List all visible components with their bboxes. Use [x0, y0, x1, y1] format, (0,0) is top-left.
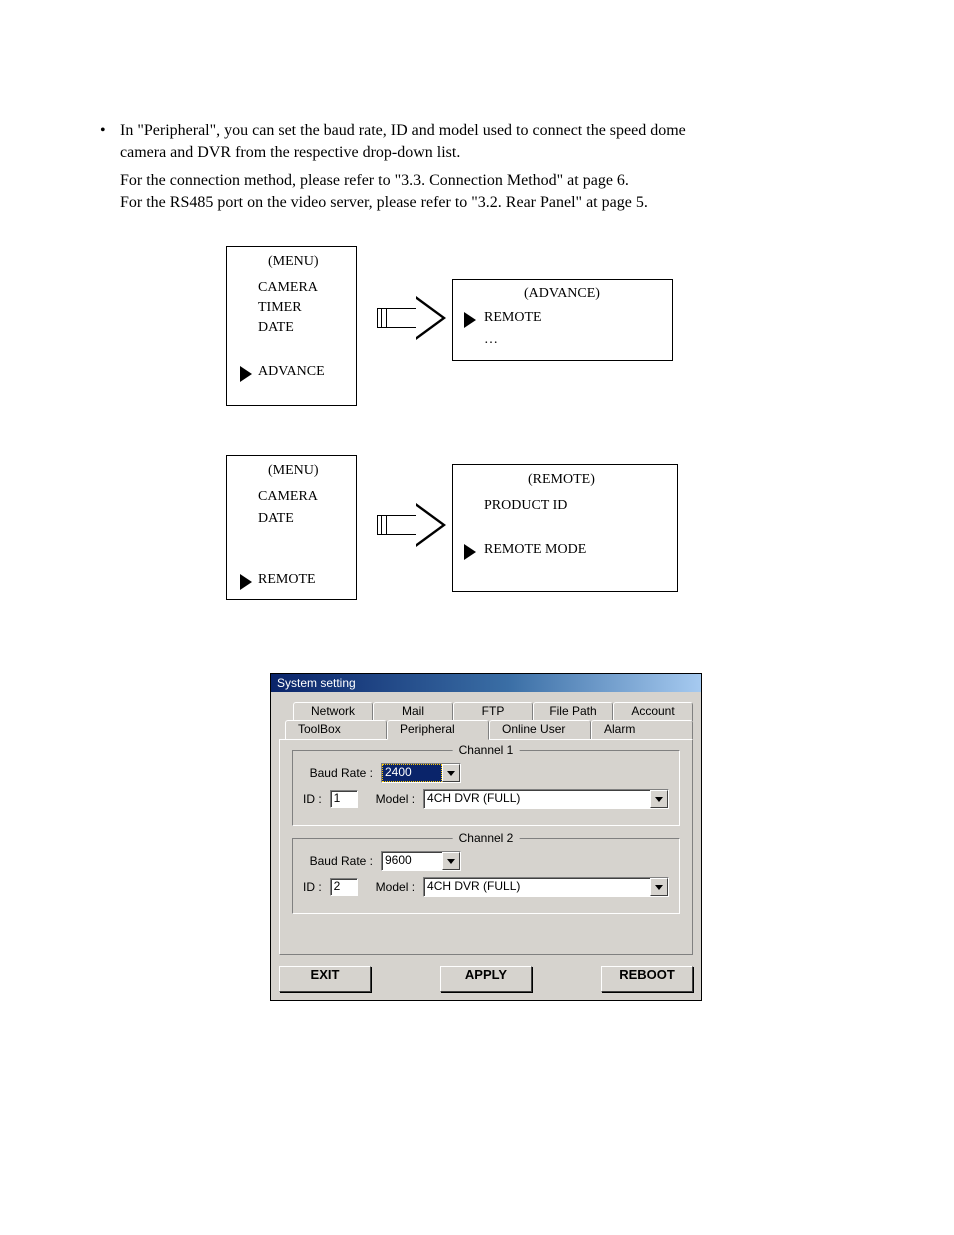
label-baud-rate: Baud Rate :	[303, 854, 373, 868]
exit-button[interactable]: EXIT	[279, 966, 371, 992]
chevron-down-icon[interactable]	[650, 878, 668, 896]
tab-online-user[interactable]: Online User	[489, 720, 591, 739]
tab-row-front: ToolBox Peripheral Online User Alarm	[279, 720, 693, 740]
dialog-title: System setting	[271, 674, 701, 692]
combo-value: 2400	[382, 764, 442, 782]
flow1-menu-item1: CAMERA	[258, 280, 318, 296]
flow2-remote-title: (REMOTE)	[528, 472, 595, 488]
label-model: Model :	[376, 880, 415, 894]
chevron-down-icon[interactable]	[650, 790, 668, 808]
flow2-menu-item2: DATE	[258, 511, 294, 527]
combo-value: 4CH DVR (FULL)	[424, 790, 650, 808]
flow1-menu-item4: ADVANCE	[258, 364, 325, 380]
tabs: Network Mail FTP File Path Account ToolB…	[279, 702, 693, 955]
label-id: ID :	[303, 880, 322, 894]
flow1-menu-title: (MENU)	[268, 254, 319, 270]
flow1-advance-title: (ADVANCE)	[524, 286, 600, 302]
group-legend-ch2: Channel 2	[453, 831, 520, 845]
combo-model-ch1[interactable]: 4CH DVR (FULL)	[423, 789, 669, 809]
chevron-down-icon[interactable]	[442, 764, 460, 782]
flow2-remote-item2: REMOTE MODE	[484, 542, 586, 558]
input-id-ch2[interactable]: 2	[330, 878, 358, 896]
label-model: Model :	[376, 792, 415, 806]
system-setting-dialog: System setting Network Mail FTP File Pat…	[270, 673, 702, 1001]
flow2-remote-item1: PRODUCT ID	[484, 498, 567, 514]
instr-line1: In "Peripheral", you can set the baud ra…	[120, 120, 840, 142]
instr-line2: camera and DVR from the respective drop-…	[120, 142, 840, 164]
flow2-menu-item1: CAMERA	[258, 489, 318, 505]
flow2-menu-tri-icon	[240, 574, 252, 590]
instr-line3: For the connection method, please refer …	[120, 170, 840, 192]
flow2-menu-title: (MENU)	[268, 463, 319, 479]
reboot-button[interactable]: REBOOT	[601, 966, 693, 992]
tab-network[interactable]: Network	[293, 702, 373, 721]
arrow-right-icon	[377, 503, 457, 547]
flow1-advance-item1: REMOTE	[484, 310, 542, 326]
flow2-menu-item3: REMOTE	[258, 572, 316, 588]
tab-ftp[interactable]: FTP	[453, 702, 533, 721]
combo-model-ch2[interactable]: 4CH DVR (FULL)	[423, 877, 669, 897]
flow2-remote-tri-icon	[464, 544, 476, 560]
combo-baud-rate-ch2[interactable]: 9600	[381, 851, 461, 871]
input-id-ch1[interactable]: 1	[330, 790, 358, 808]
tab-file-path[interactable]: File Path	[533, 702, 613, 721]
tab-row-back: Network Mail FTP File Path Account	[279, 702, 693, 721]
flow1-advance-item2: …	[484, 332, 498, 348]
group-channel-2: Channel 2 Baud Rate : 9600 ID : 2 Model …	[292, 838, 680, 914]
bullet: •	[100, 120, 106, 142]
combo-value: 9600	[382, 852, 442, 870]
label-id: ID :	[303, 792, 322, 806]
combo-baud-rate-ch1[interactable]: 2400	[381, 763, 461, 783]
tab-mail[interactable]: Mail	[373, 702, 453, 721]
flow1-menu-item3: DATE	[258, 320, 294, 336]
tab-page-peripheral: Channel 1 Baud Rate : 2400 ID : 1 Model …	[279, 739, 693, 955]
combo-value: 4CH DVR (FULL)	[424, 878, 650, 896]
tab-peripheral[interactable]: Peripheral	[387, 720, 489, 740]
tab-account[interactable]: Account	[613, 702, 693, 721]
group-channel-1: Channel 1 Baud Rate : 2400 ID : 1 Model …	[292, 750, 680, 826]
flow1-menu-tri-icon	[240, 366, 252, 382]
chevron-down-icon[interactable]	[442, 852, 460, 870]
flow1-advance-tri-icon	[464, 312, 476, 328]
instr-line4: For the RS485 port on the video server, …	[120, 192, 840, 214]
group-legend-ch1: Channel 1	[453, 743, 520, 757]
tab-alarm[interactable]: Alarm	[591, 720, 693, 739]
apply-button[interactable]: APPLY	[440, 966, 532, 992]
flow1-menu-item2: TIMER	[258, 300, 302, 316]
tab-toolbox[interactable]: ToolBox	[285, 720, 387, 739]
arrow-right-icon	[377, 296, 457, 340]
label-baud-rate: Baud Rate :	[303, 766, 373, 780]
